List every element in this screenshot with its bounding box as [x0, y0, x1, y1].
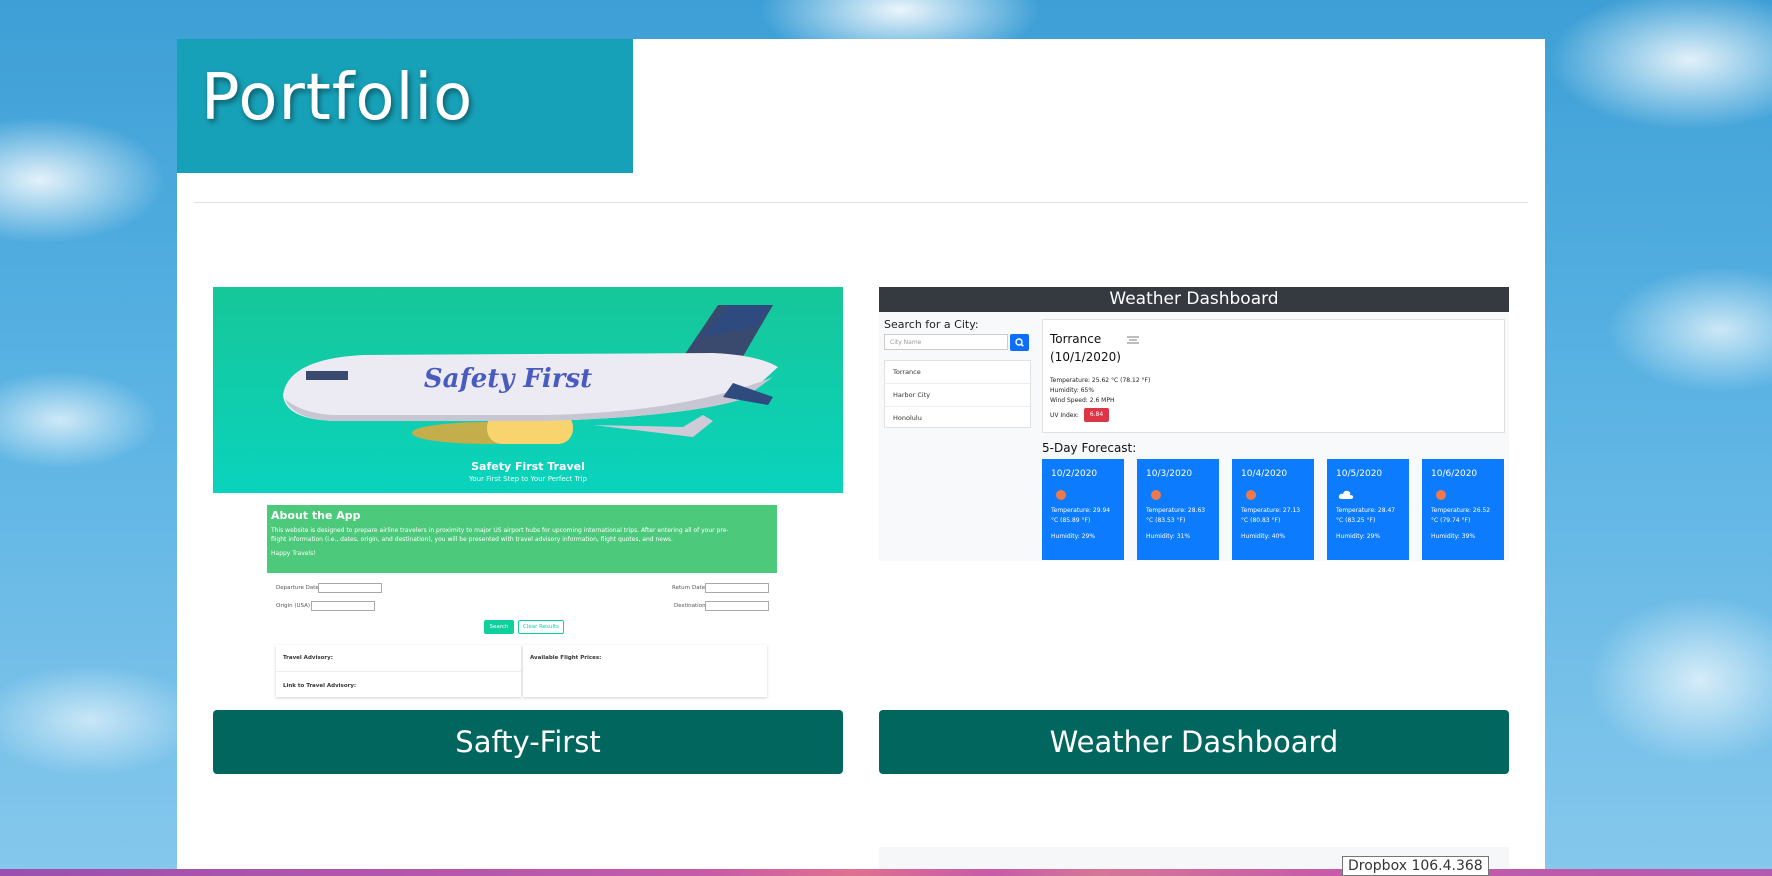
search-button[interactable]: Search: [484, 620, 514, 634]
history-item[interactable]: Torrance: [885, 361, 1030, 384]
forecast-humidity: Humidity: 39%: [1431, 533, 1476, 540]
search-icon: [1015, 338, 1024, 347]
history-item[interactable]: Harbor City: [885, 384, 1030, 407]
flight-prices-panel: Available Flight Prices:: [523, 645, 767, 697]
about-heading: About the App: [271, 509, 361, 522]
forecast-temp: Temperature: 28.47: [1336, 507, 1396, 514]
advisory-link-label: Link to Travel Advisory:: [283, 683, 357, 689]
advisory-label: Travel Advisory:: [283, 655, 333, 661]
cloud-icon: [1338, 490, 1354, 499]
about-text: flight information (i.e., dates, origin,…: [271, 536, 673, 543]
advisory-panel: Travel Advisory: Link to Travel Advisory…: [276, 645, 521, 697]
current-temperature: Temperature: 25.62 °C (78.12 °F): [1050, 377, 1151, 384]
forecast-date: 10/6/2020: [1431, 469, 1478, 479]
forecast-temp: Temperature: 29.94: [1051, 507, 1111, 514]
sun-icon: [1151, 490, 1161, 500]
forecast-temp-f: °C (85.89 °F): [1051, 517, 1091, 524]
project-preview-weather-dashboard[interactable]: Weather Dashboard Search for a City: Cit…: [879, 287, 1509, 739]
city-search-input[interactable]: City Name: [884, 334, 1008, 350]
forecast-card: 10/3/2020 Temperature: 28.63 °C (83.53 °…: [1137, 459, 1219, 560]
current-date: (10/1/2020): [1050, 350, 1121, 364]
forecast-humidity: Humidity: 31%: [1146, 533, 1191, 540]
departure-input[interactable]: [318, 583, 382, 593]
page-title: Portfolio: [201, 61, 474, 135]
hero-title: Safety First Travel: [471, 460, 585, 473]
uv-index-badge: 6.84: [1084, 408, 1109, 422]
sun-icon: [1436, 490, 1446, 500]
tooltip: Dropbox 106.4.368: [1342, 856, 1489, 876]
forecast-title: 5-Day Forecast:: [1042, 441, 1137, 455]
safety-first-button[interactable]: Safty-First: [213, 710, 843, 774]
forecast-card: 10/5/2020 Temperature: 28.47 °C (83.25 °…: [1327, 459, 1409, 560]
about-section: About the App This website is designed t…: [267, 505, 777, 573]
return-label: Return Date: [672, 585, 706, 591]
destination-label: Destination: [674, 603, 706, 609]
forecast-humidity: Humidity: 29%: [1051, 533, 1096, 540]
title-banner: Portfolio: [177, 39, 633, 173]
hero-subtitle: Your First Step to Your Perfect Trip: [469, 475, 587, 483]
about-text: This website is designed to prepare airl…: [271, 527, 729, 534]
forecast-date: 10/3/2020: [1146, 469, 1193, 479]
forecast-temp-f: °C (83.53 °F): [1146, 517, 1186, 524]
forecast-temp: Temperature: 28.63: [1146, 507, 1206, 514]
hero-logo: Safety First: [424, 364, 592, 394]
origin-input[interactable]: [311, 601, 375, 611]
taskbar: [0, 869, 1772, 876]
weather-dashboard-button[interactable]: Weather Dashboard: [879, 710, 1509, 774]
forecast-temp: Temperature: 27.13: [1241, 507, 1301, 514]
current-wind: Wind Speed: 2.6 MPH: [1050, 397, 1115, 404]
portfolio-panel: Portfolio Safety First Safety First Trav…: [177, 39, 1545, 876]
forecast-temp-f: °C (83.25 °F): [1336, 517, 1376, 524]
current-humidity: Humidity: 65%: [1050, 387, 1095, 394]
city-search-label: Search for a City:: [884, 318, 979, 331]
forecast-temp-f: °C (80.83 °F): [1241, 517, 1281, 524]
history-item[interactable]: Honolulu: [885, 407, 1030, 429]
forecast-date: 10/5/2020: [1336, 469, 1383, 479]
forecast-humidity: Humidity: 29%: [1336, 533, 1381, 540]
search-history-list: Torrance Harbor City Honolulu: [884, 360, 1031, 428]
sun-icon: [1056, 490, 1066, 500]
return-input[interactable]: [705, 583, 769, 593]
forecast-temp: Temperature: 26.52: [1431, 507, 1491, 514]
forecast-date: 10/2/2020: [1051, 469, 1098, 479]
forecast-date: 10/4/2020: [1241, 469, 1288, 479]
flight-prices-label: Available Flight Prices:: [530, 655, 602, 661]
forecast-humidity: Humidity: 40%: [1241, 533, 1286, 540]
clear-results-button[interactable]: Clear Results: [518, 620, 564, 634]
sun-icon: [1246, 490, 1256, 500]
forecast-card: 10/6/2020 Temperature: 26.52 °C (79.74 °…: [1422, 459, 1504, 560]
weather-header: Weather Dashboard: [879, 287, 1509, 312]
forecast-card: 10/4/2020 Temperature: 27.13 °C (80.83 °…: [1232, 459, 1314, 560]
forecast-temp-f: °C (79.74 °F): [1431, 517, 1471, 524]
hero-banner: Safety First Safety First Travel Your Fi…: [213, 287, 843, 493]
haze-icon: [1127, 336, 1139, 344]
uv-label: UV Index:: [1050, 412, 1079, 419]
destination-input[interactable]: [705, 601, 769, 611]
departure-label: Departure Date: [276, 585, 319, 591]
divider: [194, 202, 1528, 203]
current-weather-card: Torrance (10/1/2020) Temperature: 25.62 …: [1042, 319, 1505, 433]
about-signoff: Happy Travels!: [271, 550, 316, 557]
city-name: Torrance: [1050, 332, 1102, 346]
project-preview-safety-first[interactable]: Safety First Safety First Travel Your Fi…: [213, 287, 843, 739]
forecast-card: 10/2/2020 Temperature: 29.94 °C (85.89 °…: [1042, 459, 1124, 560]
search-button[interactable]: [1010, 334, 1029, 351]
origin-label: Origin (USA): [276, 603, 311, 609]
